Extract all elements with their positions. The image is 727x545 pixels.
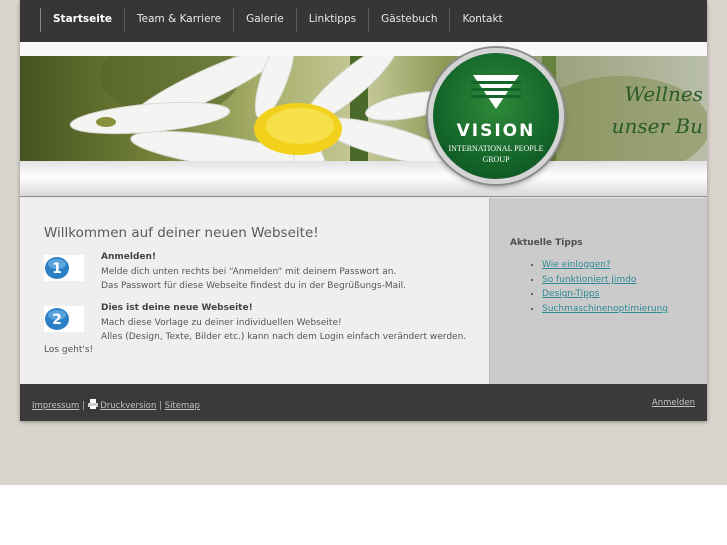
tip-link-einloggen[interactable]: Wie einloggen? xyxy=(542,260,611,270)
sidebar-title: Aktuelle Tipps xyxy=(510,238,583,248)
logo-brand: VISION xyxy=(456,121,536,141)
tips-list: Wie einloggen? So funktioniert Jimdo Des… xyxy=(542,258,668,316)
nav-item-kontakt[interactable]: Kontakt xyxy=(450,8,514,32)
banner-slogan-line-2: unser Bu xyxy=(611,114,703,138)
tip-link-design[interactable]: Design-Tipps xyxy=(542,289,599,299)
footer: Impressum | Druckversion | Sitemap Anmel… xyxy=(20,384,707,421)
footer-separator: | xyxy=(81,401,85,411)
step-1-heading: Anmelden! xyxy=(101,252,156,262)
tip-link-seo[interactable]: Suchmaschinenoptimierung xyxy=(542,304,668,314)
footer-links: Impressum | Druckversion | Sitemap xyxy=(32,399,200,411)
step-2-line-1: Mach diese Vorlage zu deiner individuell… xyxy=(101,317,342,328)
printer-icon[interactable] xyxy=(87,399,98,409)
svg-text:1: 1 xyxy=(52,261,62,277)
logo-triangle-icon xyxy=(471,75,521,109)
closing-text: Los geht's! xyxy=(44,345,94,355)
nav-item-gaestebuch[interactable]: Gästebuch xyxy=(369,8,451,32)
tip-link-jimdo[interactable]: So funktioniert Jimdo xyxy=(542,275,636,285)
daisy-flower-image xyxy=(69,56,707,161)
banner-slogan-line-1: Wellnes xyxy=(624,82,703,106)
number-1-icon: 1 xyxy=(44,255,84,281)
vision-logo: VISION INTERNATIONAL PEOPLE GROUP xyxy=(428,48,564,184)
number-2-icon: 2 xyxy=(44,306,84,332)
footer-separator: | xyxy=(159,401,162,411)
nav-item-galerie[interactable]: Galerie xyxy=(234,8,297,32)
page-title: Willkommen auf deiner neuen Webseite! xyxy=(44,225,319,241)
logo-line-1: INTERNATIONAL PEOPLE xyxy=(448,144,544,153)
nav-item-team-karriere[interactable]: Team & Karriere xyxy=(125,8,235,32)
step-1-line-2: Das Passwort für diese Webseite findest … xyxy=(101,281,406,291)
main-content: Willkommen auf deiner neuen Webseite! 1 … xyxy=(20,198,490,384)
nav-item-linktipps[interactable]: Linktipps xyxy=(297,8,370,32)
header-banner: Wellnes unser Bu xyxy=(20,56,707,161)
svg-text:2: 2 xyxy=(52,312,62,328)
step-1-line-1: Melde dich unten rechts bei “Anmelden“ m… xyxy=(101,266,397,277)
impressum-link[interactable]: Impressum xyxy=(32,401,79,411)
list-item: Suchmaschinenoptimierung xyxy=(542,302,668,317)
step-2-heading: Dies ist deine neue Webseite! xyxy=(101,303,253,313)
list-item: Design-Tipps xyxy=(542,287,668,302)
login-link[interactable]: Anmelden xyxy=(652,398,695,408)
list-item: Wie einloggen? xyxy=(542,258,668,273)
list-item: So funktioniert Jimdo xyxy=(542,273,668,288)
logo-line-2: GROUP xyxy=(482,155,510,164)
header-gloss-bar xyxy=(20,161,707,197)
step-2-line-2: Alles (Design, Texte, Bilder etc.) kann … xyxy=(101,332,467,342)
nav-item-startseite[interactable]: Startseite xyxy=(41,8,125,32)
sitemap-link[interactable]: Sitemap xyxy=(165,401,200,411)
druckversion-link[interactable]: Druckversion xyxy=(100,401,156,411)
main-navigation: Startseite Team & Karriere Galerie Linkt… xyxy=(20,0,707,42)
page-container: Startseite Team & Karriere Galerie Linkt… xyxy=(20,0,707,421)
sidebar: Aktuelle Tipps Wie einloggen? So funktio… xyxy=(490,198,707,384)
